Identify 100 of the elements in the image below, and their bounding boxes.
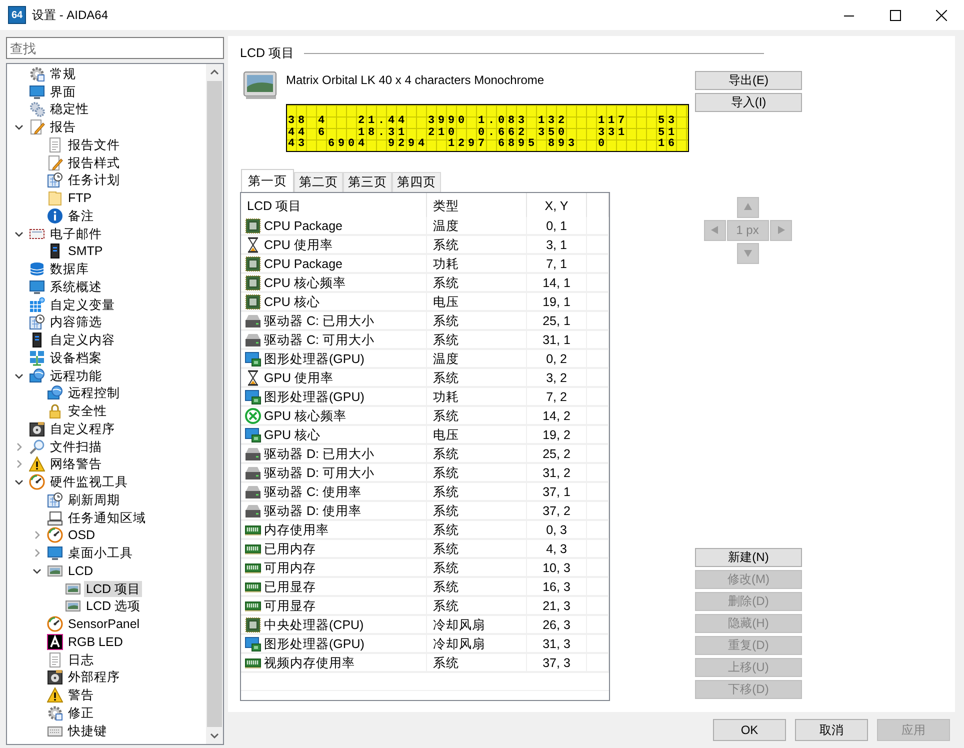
table-cell: 系统 [427, 502, 527, 520]
tree-item[interactable]: LCD 项目 [84, 580, 142, 597]
lcd-row-text: 43 6904 9294 1297 6895 893 0 16 [287, 139, 680, 151]
table-cell-text: 图形处理器(GPU) [264, 350, 364, 368]
tab[interactable]: 第二页 [294, 172, 343, 192]
table-cell-text: 驱动器 C: 使用率 [264, 484, 362, 501]
tree-item[interactable]: 备注 [66, 208, 96, 224]
column-header[interactable]: 类型 [427, 192, 527, 220]
tree-item[interactable]: 远程功能 [48, 368, 104, 384]
tree-item[interactable]: 设备档案 [48, 350, 104, 366]
table-cell: 系统 [427, 596, 527, 615]
table-cell-text: 已用显存 [264, 578, 316, 596]
calendar-clock-icon [47, 172, 63, 188]
tab[interactable]: 第四页 [392, 172, 441, 192]
table-cell: 系统 [427, 578, 527, 596]
tree-item[interactable]: 系统概述 [48, 278, 104, 295]
monitor-icon [29, 278, 45, 295]
tree-item[interactable]: 文件扫描 [48, 438, 104, 455]
monitor-card-icon [245, 388, 261, 405]
table-cell: 0, 1 [527, 216, 587, 235]
chip-icon [245, 218, 261, 234]
tree-item[interactable]: 日志 [66, 652, 96, 668]
button[interactable]: 导入(I) [695, 92, 802, 112]
tree-item[interactable]: RGB LED [66, 634, 125, 650]
table-cell-text: 驱动器 D: 已用大小 [264, 446, 374, 463]
tree-item[interactable]: 自定义变量 [48, 296, 117, 313]
calendar-clock-icon [47, 492, 63, 508]
drive-icon [245, 312, 261, 329]
tree-item[interactable]: 常规 [48, 66, 78, 82]
tree-item[interactable]: SMTP [66, 243, 105, 260]
tree-item[interactable]: 稳定性 [48, 101, 91, 118]
table-cell: 系统 [427, 368, 527, 387]
button[interactable]: OK [713, 719, 786, 741]
tree-item[interactable]: 电子邮件 [48, 226, 104, 242]
table-cell-text: CPU 使用率 [264, 236, 333, 254]
tree-item[interactable]: 硬件监视工具 [48, 474, 130, 490]
table-cell-text: 图形处理器(GPU) [264, 388, 364, 406]
drive-icon [245, 502, 261, 519]
drive-icon [245, 464, 261, 481]
info-icon [47, 208, 63, 224]
tree-item[interactable]: 外部程序 [66, 669, 122, 686]
search-icon [29, 438, 45, 455]
tree-item[interactable]: 报告 [48, 119, 78, 136]
table-cell: 10, 3 [527, 558, 587, 577]
drive-icon [245, 484, 261, 500]
tree-item[interactable]: 任务计划 [66, 172, 122, 188]
tree-item[interactable]: 桌面小工具 [66, 545, 135, 562]
column-header[interactable]: X, Y [527, 192, 587, 220]
tree-item[interactable]: 网络警告 [48, 456, 104, 472]
tree-item[interactable]: FTP [66, 190, 94, 206]
device-name: Matrix Orbital LK 40 x 4 characters Monochrome [286, 72, 546, 89]
gear-icon [29, 66, 45, 82]
table-cell-text: 驱动器 C: 已用大小 [264, 312, 374, 330]
table-cell: 冷却风扇 [427, 634, 527, 653]
tree-item[interactable]: 数据库 [48, 261, 91, 278]
database-icon [29, 261, 45, 278]
warning-icon [29, 456, 45, 472]
button[interactable]: 取消 [795, 719, 868, 741]
tree-item[interactable]: 界面 [48, 84, 78, 100]
tree-item[interactable]: 自定义内容 [48, 332, 117, 348]
tree-item[interactable]: SensorPanel [66, 616, 142, 632]
close-icon [936, 10, 946, 20]
tree-item[interactable]: 报告文件 [66, 136, 122, 153]
tab[interactable]: 第一页 [241, 168, 294, 192]
tab[interactable]: 第三页 [343, 172, 392, 192]
tree-item[interactable]: 安全性 [66, 403, 109, 420]
tree-item[interactable]: 警告 [66, 687, 96, 704]
table-cell: 功耗 [427, 254, 527, 273]
table-cell-text: 已用内存 [264, 540, 316, 558]
tree-item[interactable]: 修正 [66, 704, 96, 721]
table-cell: 系统 [427, 558, 527, 577]
scrollbar-thumb[interactable] [207, 81, 222, 727]
gear-icon [47, 704, 63, 721]
tree-item[interactable]: 刷新周期 [66, 492, 122, 508]
table-cell-text: CPU 核心 [264, 294, 320, 311]
taskbar-icon [47, 510, 63, 526]
tree-item[interactable]: OSD [66, 527, 98, 544]
tree-item[interactable]: LCD [66, 562, 96, 579]
search-field[interactable]: 查找 [6, 37, 224, 59]
tree-item[interactable]: 远程控制 [66, 385, 122, 402]
tree-item[interactable]: LCD 选项 [84, 598, 142, 614]
table-cell: 0, 3 [527, 520, 587, 539]
tree-item[interactable]: 内容筛选 [48, 314, 104, 330]
lcd-icon [65, 598, 81, 614]
tree-item[interactable]: 报告样式 [66, 154, 122, 171]
lcd-row-text: 44 6 18.31 210 0.662 350 331 51 [287, 128, 680, 139]
hourglass-icon [245, 370, 261, 386]
scrollbar[interactable] [206, 64, 223, 744]
globe-icon [47, 385, 63, 402]
tree-item[interactable]: 快捷键 [66, 722, 109, 739]
button[interactable]: 新建(N) [695, 548, 802, 567]
tree-item[interactable]: 任务通知区域 [66, 510, 148, 526]
table-cell: 4, 3 [527, 540, 587, 558]
table-cell: 31, 2 [527, 464, 587, 482]
tree-item[interactable]: 自定义程序 [48, 420, 117, 437]
table-cell-text: 可用显存 [264, 598, 316, 615]
button[interactable]: 导出(E) [695, 70, 802, 90]
table-cell-text: 驱动器 D: 使用率 [264, 502, 362, 520]
table-cell: 系统 [427, 312, 527, 330]
arrow-icon [776, 225, 786, 236]
